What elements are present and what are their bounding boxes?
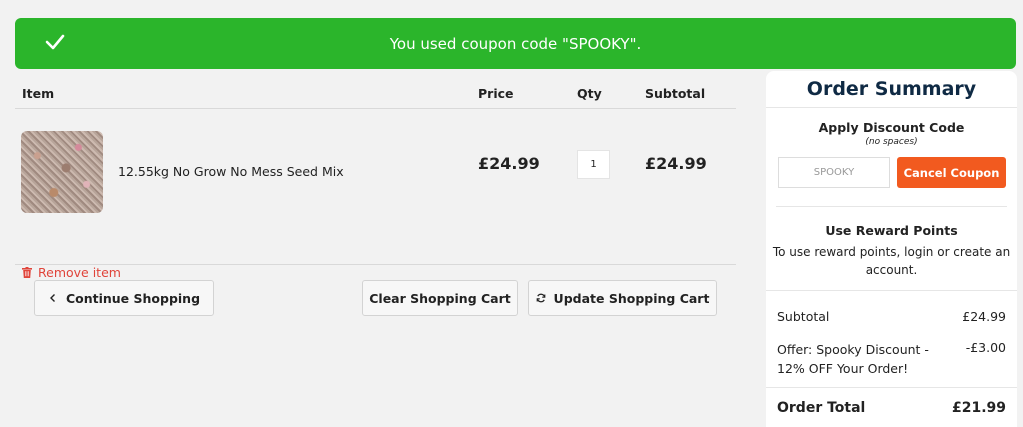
order-summary-panel: Order Summary Apply Discount Code (no sp… bbox=[766, 71, 1017, 427]
discount-hint: (no spaces) bbox=[865, 137, 918, 147]
coupon-code-input[interactable]: SPOOKY bbox=[778, 157, 890, 188]
product-price: £24.99 bbox=[478, 154, 540, 173]
banner-message: You used coupon code "SPOOKY". bbox=[389, 34, 642, 53]
header-qty: Qty bbox=[577, 86, 602, 101]
header-item: Item bbox=[22, 86, 55, 101]
subtotal-label: Subtotal bbox=[777, 309, 830, 324]
order-total-label: Order Total bbox=[777, 400, 866, 416]
divider bbox=[766, 387, 1017, 388]
remove-item-button[interactable]: Remove item bbox=[22, 265, 121, 280]
update-cart-button[interactable]: Update Shopping Cart bbox=[528, 280, 717, 316]
clear-cart-button[interactable]: Clear Shopping Cart bbox=[362, 280, 518, 316]
reward-points-text: To use reward points, login or create an… bbox=[772, 245, 1011, 277]
quantity-input[interactable]: 1 bbox=[577, 150, 610, 179]
trash-icon bbox=[22, 267, 32, 278]
page-edge bbox=[1017, 71, 1023, 427]
subtotal-value: £24.99 bbox=[962, 309, 1006, 324]
chevron-left-icon bbox=[49, 294, 55, 302]
success-banner: You used coupon code "SPOOKY". bbox=[15, 18, 1016, 69]
product-image[interactable] bbox=[21, 131, 103, 213]
product-name[interactable]: 12.55kg No Grow No Mess Seed Mix bbox=[118, 164, 344, 179]
remove-item-label: Remove item bbox=[38, 265, 121, 280]
row-subtotal: £24.99 bbox=[645, 154, 707, 173]
checkmark-icon bbox=[45, 34, 65, 50]
divider bbox=[766, 290, 1017, 291]
header-price: Price bbox=[478, 86, 514, 101]
order-summary-title: Order Summary bbox=[766, 71, 1017, 108]
clear-cart-label: Clear Shopping Cart bbox=[369, 290, 511, 306]
cart-row: 12.55kg No Grow No Mess Seed Mix £24.99 … bbox=[15, 109, 736, 280]
order-total-value: £21.99 bbox=[951, 400, 1006, 416]
update-cart-label: Update Shopping Cart bbox=[553, 290, 710, 306]
offer-value: -£3.00 bbox=[965, 340, 1006, 355]
continue-shopping-button[interactable]: Continue Shopping bbox=[34, 280, 214, 316]
cart-table-header: Item Price Qty Subtotal bbox=[15, 78, 736, 109]
offer-label: Offer: Spooky Discount - 12% OFF Your Or… bbox=[777, 342, 929, 376]
cancel-coupon-button[interactable]: Cancel Coupon bbox=[897, 157, 1006, 188]
divider bbox=[776, 206, 1007, 207]
continue-shopping-label: Continue Shopping bbox=[65, 290, 201, 306]
cart-table: Item Price Qty Subtotal 12.55kg No Grow … bbox=[15, 78, 736, 280]
refresh-icon bbox=[536, 293, 545, 303]
discount-title: Apply Discount Code bbox=[818, 120, 965, 135]
reward-points-title: Use Reward Points bbox=[825, 223, 958, 238]
header-subtotal: Subtotal bbox=[645, 86, 706, 101]
